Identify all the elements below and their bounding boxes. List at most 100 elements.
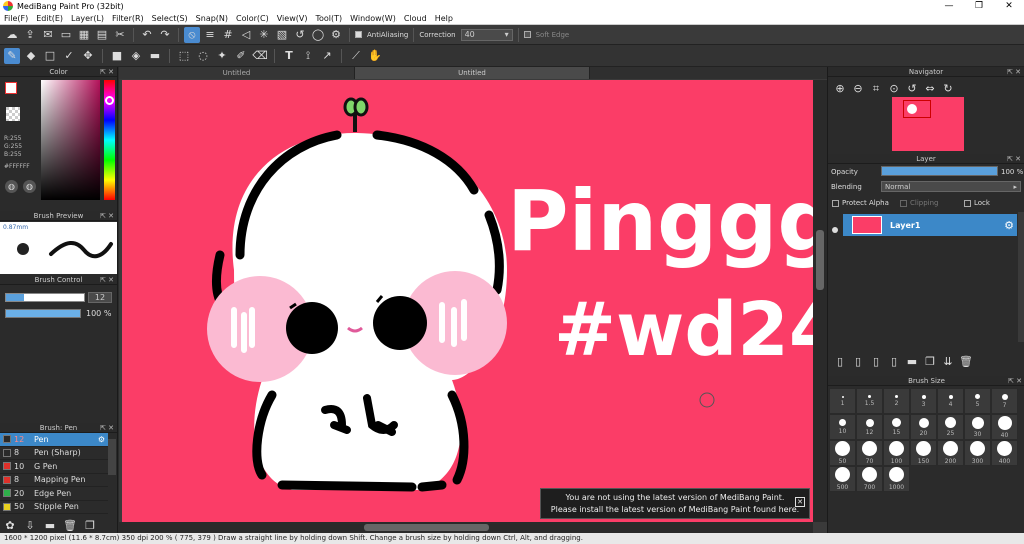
brush-item-g-pen[interactable]: 10 G Pen	[0, 460, 108, 474]
layer-list-scrollbar[interactable]	[1018, 212, 1024, 342]
restore-button[interactable]: ❐	[964, 0, 994, 12]
duplicate-brush-icon[interactable]: ❐	[82, 517, 98, 533]
brush-item-pen[interactable]: 12 Pen ⚙	[0, 433, 108, 447]
foreground-color-swatch[interactable]	[5, 82, 17, 94]
select-tool-icon[interactable]: ✓	[61, 48, 77, 64]
brush-size-cell[interactable]: 50	[829, 440, 856, 466]
brush-size-cell[interactable]: 25	[937, 414, 964, 440]
vertical-scroll-thumb[interactable]	[816, 230, 824, 290]
new-8bit-layer-icon[interactable]: ▯	[868, 353, 884, 369]
menu-cloud[interactable]: Cloud	[400, 14, 431, 23]
flip-icon[interactable]: ⇔	[922, 80, 938, 96]
brush-opacity-slider[interactable]	[5, 309, 81, 318]
delete-brush-icon[interactable]: 🗑	[62, 517, 78, 533]
brush-size-cell[interactable]: 200	[937, 440, 964, 466]
zoom-reset-icon[interactable]: ⊙	[886, 80, 902, 96]
cloud-upload-icon[interactable]: ⇪	[22, 27, 38, 43]
navigator-preview[interactable]	[828, 97, 1024, 154]
snap-settings-icon[interactable]: ⚙	[328, 27, 344, 43]
perspective-snap-icon[interactable]: ▧	[274, 27, 290, 43]
comment-icon[interactable]: ✉	[40, 27, 56, 43]
panel-close-icon[interactable]: ⇱ ✕	[1007, 154, 1021, 164]
brush-size-cell[interactable]: 100	[883, 440, 910, 466]
select-eraser-icon[interactable]: ⌫	[252, 48, 268, 64]
new-1bit-layer-icon[interactable]: ▯	[886, 353, 902, 369]
vertical-scrollbar[interactable]	[813, 80, 827, 522]
brush-size-cell[interactable]: 700	[856, 466, 883, 492]
brush-size-value[interactable]: 12	[88, 292, 112, 303]
chat-icon[interactable]: ▭	[58, 27, 74, 43]
palette-icon[interactable]: ◍	[5, 180, 18, 193]
bucket-icon[interactable]: ◈	[128, 48, 144, 64]
drawing-canvas[interactable]: Pingggs #wd247 You are not using the lat…	[122, 80, 813, 522]
lock-toggle[interactable]: Lock	[964, 199, 990, 207]
hue-handle[interactable]	[105, 96, 114, 105]
menu-view[interactable]: View(V)	[273, 14, 312, 23]
brush-size-cell[interactable]: 4	[937, 388, 964, 414]
clipping-checkbox[interactable]	[900, 199, 907, 207]
layer-row[interactable]: Layer1 ⚙	[843, 214, 1017, 236]
brush-size-cell[interactable]: 3	[910, 388, 937, 414]
undo-icon[interactable]: ↶	[139, 27, 155, 43]
operation-tool-icon[interactable]: ↗	[319, 48, 335, 64]
tab-untitled-1[interactable]: Untitled	[119, 67, 355, 79]
menu-file[interactable]: File(F)	[0, 14, 32, 23]
zoom-out-icon[interactable]: ⊖	[850, 80, 866, 96]
zoom-in-icon[interactable]: ⊕	[832, 80, 848, 96]
divide-tool-icon[interactable]: ⟟	[300, 48, 316, 64]
eraser-tool-icon[interactable]: ◆	[23, 48, 39, 64]
dot-tool-icon[interactable]: □	[42, 48, 58, 64]
brush-size-cell[interactable]: 40	[991, 414, 1018, 440]
menu-help[interactable]: Help	[431, 14, 457, 23]
circle-snap-icon[interactable]: ◯	[310, 27, 326, 43]
delete-layer-icon[interactable]: 🗑	[958, 353, 974, 369]
blending-select[interactable]: Normal ▸	[881, 181, 1021, 192]
duplicate-layer-icon[interactable]: ❐	[922, 353, 938, 369]
transparent-color-swatch[interactable]	[6, 107, 20, 121]
menu-filter[interactable]: Filter(R)	[108, 14, 148, 23]
new-halftone-layer-icon[interactable]: ▯	[850, 353, 866, 369]
brush-size-cell[interactable]: 400	[991, 440, 1018, 466]
brush-size-cell[interactable]: 1.5	[856, 388, 883, 414]
close-button[interactable]: ✕	[994, 0, 1024, 12]
correction-select[interactable]: 40 ▾	[460, 28, 513, 41]
brush-tool-icon[interactable]: ✎	[4, 47, 20, 64]
vanishing-point-icon[interactable]: ◁	[238, 27, 254, 43]
add-folder-icon[interactable]: ▬	[904, 353, 920, 369]
soft-edge-checkbox[interactable]	[523, 31, 531, 38]
palette-settings-icon[interactable]: ◍	[23, 180, 36, 193]
brush-item-mapping-pen[interactable]: 8 Mapping Pen	[0, 474, 108, 487]
update-notice[interactable]: You are not using the latest version of …	[540, 488, 810, 519]
antialias-checkbox[interactable]	[355, 31, 362, 38]
rect-select-icon[interactable]: ⬚	[176, 48, 192, 64]
menu-snap[interactable]: Snap(N)	[192, 14, 232, 23]
lock-checkbox[interactable]	[964, 199, 971, 207]
brush-item-stipple-pen[interactable]: 50 Stipple Pen	[0, 501, 108, 514]
minimize-button[interactable]: —	[934, 0, 964, 12]
parallel-snap-icon[interactable]: ≡	[202, 27, 218, 43]
menu-window[interactable]: Window(W)	[346, 14, 400, 23]
brush-size-cell[interactable]: 10	[829, 414, 856, 440]
fill-shape-icon[interactable]: ■	[109, 48, 125, 64]
brush-size-cell[interactable]: 15	[883, 414, 910, 440]
clipping-toggle[interactable]: Clipping	[900, 199, 939, 207]
gear-icon[interactable]: ⚙	[98, 435, 105, 444]
panel-close-icon[interactable]: ⇱ ✕	[1008, 376, 1022, 386]
brush-size-slider[interactable]	[5, 293, 85, 302]
grid-snap-icon[interactable]: #	[220, 27, 236, 43]
protect-alpha-toggle[interactable]: Protect Alpha	[832, 199, 889, 207]
horizontal-scroll-thumb[interactable]	[364, 524, 489, 531]
brush-size-cell[interactable]: 150	[910, 440, 937, 466]
brush-size-cell[interactable]: 1000	[883, 466, 910, 492]
fit-icon[interactable]: ⌗	[868, 80, 884, 96]
text-tool-icon[interactable]: T	[281, 48, 297, 64]
hand-icon[interactable]: ✋	[367, 48, 383, 64]
cut-icon[interactable]: ✂	[112, 27, 128, 43]
table-icon[interactable]: ▤	[94, 27, 110, 43]
brush-size-cell[interactable]: 500	[829, 466, 856, 492]
saturation-brightness-picker[interactable]	[41, 80, 100, 200]
horizontal-scrollbar[interactable]	[119, 522, 813, 533]
brush-size-cell[interactable]: 30	[964, 414, 991, 440]
brush-item-pen-sharp[interactable]: 8 Pen (Sharp)	[0, 447, 108, 460]
brush-size-cell[interactable]: 12	[856, 414, 883, 440]
